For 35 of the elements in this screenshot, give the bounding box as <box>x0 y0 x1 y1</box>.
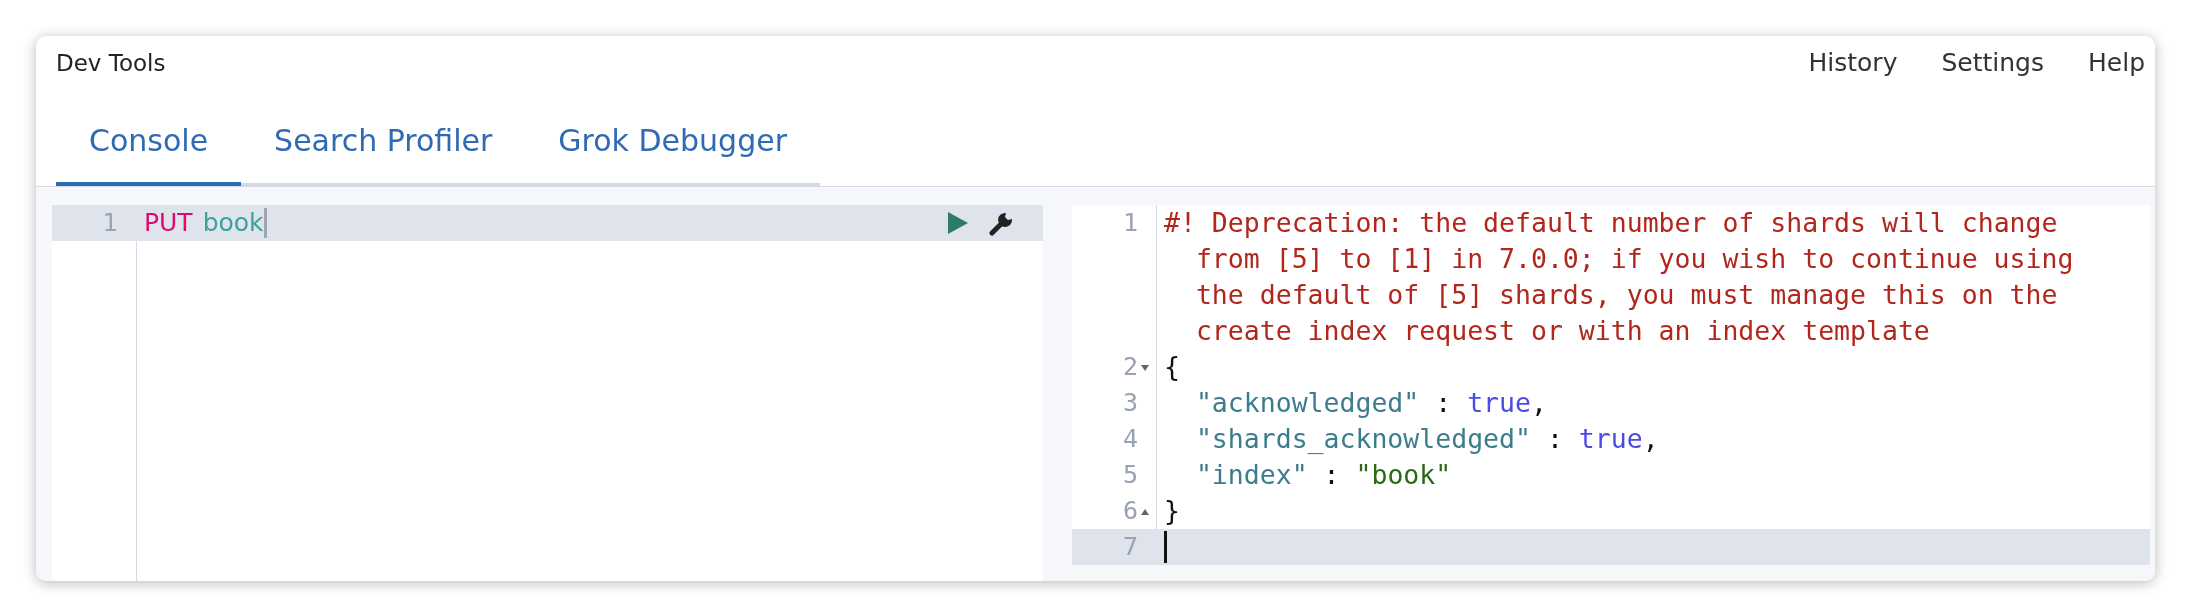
line-number: 3 <box>1121 387 1139 419</box>
code-comment: #! Deprecation: the default number of shards will change from [5] to [1] in 7.0.0; if you wish to continue using the default of [5] shards, you must manage this on the create index request or with an index template <box>1164 206 2075 348</box>
tab[interactable]: Grok Debugger <box>525 103 820 186</box>
code-token: true <box>1578 422 1643 456</box>
unfold-caret-icon[interactable] <box>1140 508 1150 516</box>
line-number: 5 <box>1121 459 1139 491</box>
line-number: 7 <box>1121 531 1139 563</box>
code-token: } <box>1164 494 1180 528</box>
line-number: 1 <box>1121 207 1139 239</box>
code-token: : <box>1434 386 1453 420</box>
code-token: { <box>1164 350 1180 384</box>
code-token: , <box>1531 386 1547 420</box>
line-number: 1 <box>101 208 119 239</box>
code-token: : <box>1545 422 1564 456</box>
play-icon[interactable] <box>947 211 969 235</box>
code-token: "acknowledged" <box>1194 386 1420 420</box>
code-token: "index" <box>1194 458 1308 492</box>
code-token: "shards_acknowledged" <box>1194 422 1531 456</box>
line-number: 6 <box>1072 493 1156 529</box>
window-title: Dev Tools <box>56 49 166 76</box>
code-token: PUT <box>144 207 193 239</box>
line-number: 4 <box>1121 423 1139 455</box>
code-token: , <box>1642 422 1659 456</box>
line-number: 2 <box>1072 349 1156 385</box>
fold-caret-icon[interactable] <box>1140 364 1150 372</box>
code-token: "book" <box>1355 458 1452 492</box>
header-link[interactable]: Help <box>2088 48 2145 77</box>
header-link[interactable]: History <box>1808 48 1898 77</box>
wrench-icon[interactable] <box>989 210 1015 236</box>
code-token: true <box>1467 386 1531 420</box>
code-token: : <box>1322 458 1341 492</box>
code-token: book <box>202 207 264 239</box>
tab[interactable]: Search Profiler <box>241 103 526 186</box>
request-editor[interactable]: 1 PUT book <box>52 205 1043 581</box>
header-link[interactable]: Settings <box>1941 48 2044 77</box>
